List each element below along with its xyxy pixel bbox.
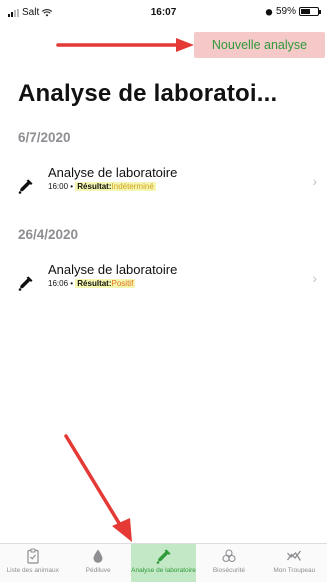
list-item-subtitle: 16:00 • Résultat:Indéterminé	[48, 182, 156, 191]
result-highlight: Résultat:Positif	[75, 279, 136, 288]
list-item-title: Analyse de laboratoire	[48, 165, 178, 180]
alarm-icon	[265, 8, 273, 15]
battery-icon	[299, 7, 321, 16]
tab-label: Liste des animaux	[6, 567, 59, 574]
tab-my-herd[interactable]: Mon Troupeau	[262, 544, 327, 582]
list-item-title: Analyse de laboratoire	[48, 262, 178, 277]
list-item[interactable]: Analyse de laboratoire 16:00 • Résultat:…	[0, 165, 327, 209]
list-item-subtitle: 16:06 • Résultat:Positif	[48, 279, 136, 288]
tab-label: Pédiluve	[85, 567, 111, 574]
tab-label: Mon Troupeau	[273, 567, 316, 574]
tab-footbath[interactable]: Pédiluve	[65, 544, 130, 582]
result-label: Résultat:	[77, 279, 112, 288]
chevron-right-icon: ›	[312, 173, 317, 189]
annotation-arrow-right	[56, 38, 194, 52]
tab-label: Biosécurité	[212, 567, 245, 574]
tab-label: Analyse de laboratoire	[131, 567, 196, 574]
annotation-arrow-down	[64, 434, 132, 542]
clipboard-check-icon	[27, 548, 39, 564]
page-title: Analyse de laboratoi...	[18, 80, 278, 107]
status-bar: Salt 16:07 59%	[0, 0, 327, 22]
new-analysis-button[interactable]: Nouvelle analyse	[194, 32, 325, 58]
list-item-time: 16:00	[48, 182, 69, 191]
pipette-icon	[156, 549, 171, 564]
drop-icon	[93, 549, 103, 563]
pipette-icon	[18, 179, 33, 194]
result-label: Résultat:	[77, 182, 112, 191]
result-highlight: Résultat:Indéterminé	[75, 182, 156, 191]
biohazard-icon	[222, 549, 236, 563]
tab-lab-analysis[interactable]: Analyse de laboratoire	[130, 544, 197, 582]
section-date: 26/4/2020	[18, 227, 79, 242]
result-value: Indéterminé	[111, 182, 154, 191]
list-item-time: 16:06	[48, 279, 69, 288]
section-date: 6/7/2020	[18, 130, 71, 145]
tab-animal-list[interactable]: Liste des animaux	[0, 544, 65, 582]
list-item-text: Analyse de laboratoire 16:06 • Résultat:…	[48, 262, 177, 288]
status-right: 59%	[265, 6, 321, 17]
battery-level	[301, 9, 311, 14]
pipette-icon	[18, 276, 33, 291]
list-item-text: Analyse de laboratoire 16:00 • Résultat:…	[48, 165, 177, 191]
trend-chart-icon	[287, 550, 302, 561]
tab-bar: Liste des animaux Pédiluve Analyse de la…	[0, 543, 327, 582]
result-value: Positif	[111, 279, 134, 288]
list-item[interactable]: Analyse de laboratoire 16:06 • Résultat:…	[0, 262, 327, 306]
battery-percent: 59%	[275, 6, 296, 17]
tab-biosecurity[interactable]: Biosécurité	[196, 544, 261, 582]
chevron-right-icon: ›	[312, 270, 317, 286]
